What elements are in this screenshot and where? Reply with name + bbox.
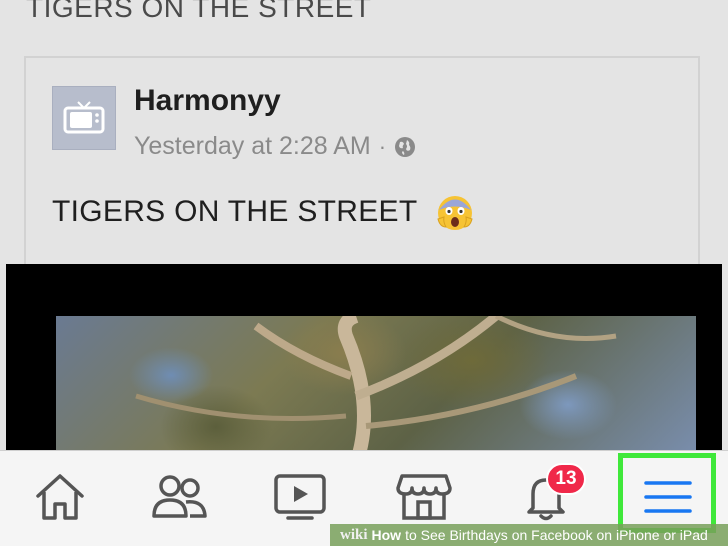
- watermark: wiki How to See Birthdays on Facebook on…: [330, 524, 728, 546]
- meta-separator: ·: [378, 133, 387, 159]
- post-text-row: TIGERS ON THE STREET: [52, 193, 474, 231]
- tab-marketplace[interactable]: [394, 469, 454, 525]
- globe-icon: [395, 136, 416, 157]
- tab-home[interactable]: [30, 469, 90, 525]
- watermark-how: How: [371, 527, 402, 543]
- store-icon: [396, 474, 452, 520]
- video-icon: [274, 474, 326, 520]
- post-meta: Yesterday at 2:28 AM ·: [134, 132, 416, 161]
- post-card: Harmonyy Yesterday at 2:28 AM · TIGERS O…: [24, 56, 700, 271]
- watermark-brand: wiki: [340, 526, 368, 543]
- feed-header-text: TIGERS ON THE STREET: [26, 0, 372, 23]
- video-player[interactable]: [6, 264, 722, 464]
- watermark-text: to See Birthdays on Facebook on iPhone o…: [405, 527, 708, 543]
- tree-branches-graphic: [135, 316, 617, 464]
- post-author[interactable]: Harmonyy: [134, 84, 281, 118]
- video-frame: [56, 316, 696, 464]
- tv-icon: [63, 101, 105, 134]
- menu-highlight-box: [618, 453, 716, 533]
- friends-icon: [152, 475, 207, 518]
- post-text: TIGERS ON THE STREET: [52, 195, 418, 228]
- tab-watch[interactable]: [270, 469, 330, 525]
- avatar[interactable]: [52, 86, 116, 150]
- scream-emoji-icon: [436, 196, 473, 230]
- home-icon: [36, 474, 84, 520]
- tab-friends[interactable]: [150, 469, 210, 525]
- notification-badge: 13: [546, 463, 586, 495]
- post-timestamp[interactable]: Yesterday at 2:28 AM: [134, 132, 371, 161]
